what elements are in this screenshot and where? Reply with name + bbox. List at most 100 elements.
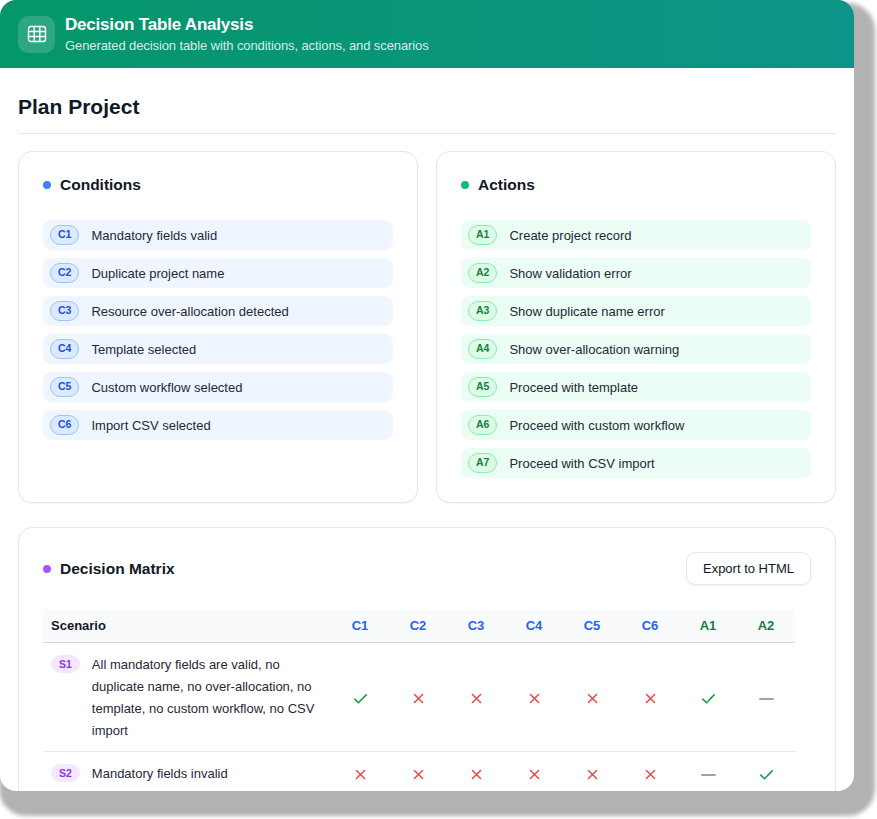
check-icon (352, 690, 369, 707)
page-title: Plan Project (18, 95, 836, 119)
matrix-column-C3: C3 (447, 609, 505, 643)
matrix-cell-cross (505, 643, 563, 752)
conditions-dot-icon (43, 181, 51, 189)
action-row-A3: A3Show duplicate name error (461, 296, 811, 326)
action-label: Show validation error (509, 266, 631, 281)
decision-matrix-table: ScenarioC1C2C3C4C5C6A1A2 S1 All mandatory… (43, 609, 795, 791)
action-label: Show over-allocation warning (509, 342, 679, 357)
matrix-cell-cross (331, 752, 389, 792)
matrix-column-A1: A1 (679, 609, 737, 643)
action-row-A5: A5Proceed with template (461, 372, 811, 402)
condition-row-C2: C2 Duplicate project name (43, 258, 393, 288)
action-row-A6: A6 Proceed with custom workflow (461, 410, 811, 440)
app-window: Decision Table Analysis Generated decisi… (0, 0, 854, 791)
matrix-cell-check (331, 643, 389, 752)
app-subtitle: Generated decision table with conditions… (65, 38, 429, 53)
action-badge: A6 (468, 415, 497, 436)
matrix-dot-icon (43, 565, 51, 573)
matrix-column-scenario: Scenario (43, 609, 331, 643)
action-badge: A4 (468, 339, 497, 360)
matrix-column-A2: A2 (737, 609, 795, 643)
cross-icon (411, 691, 426, 706)
matrix-cell-cross (563, 752, 621, 792)
cross-icon (411, 767, 426, 782)
export-html-button[interactable]: Export to HTML (686, 552, 811, 585)
matrix-column-C6: C6 (621, 609, 679, 643)
matrix-cell-cross (621, 752, 679, 792)
matrix-cell-cross (447, 643, 505, 752)
action-row-A4: A4 Show over-allocation warning (461, 334, 811, 364)
condition-badge: C1 (50, 225, 79, 246)
condition-badge: C5 (50, 377, 79, 398)
matrix-cell-cross (389, 643, 447, 752)
condition-label: Mandatory fields valid (91, 228, 217, 243)
actions-title: Actions (478, 176, 535, 194)
decision-matrix-card: Decision Matrix Export to HTML ScenarioC… (18, 527, 836, 791)
condition-label: Resource over-allocation detected (91, 304, 288, 319)
matrix-cell-dash (679, 752, 737, 792)
header-banner: Decision Table Analysis Generated decisi… (0, 0, 854, 68)
condition-row-C3: C3 Resource over-allocation detected (43, 296, 393, 326)
cross-icon (527, 767, 542, 782)
scenario-description: All mandatory fields are valid, no dupli… (92, 654, 328, 742)
cross-icon (643, 691, 658, 706)
matrix-cell-dash (737, 643, 795, 752)
check-icon (758, 766, 775, 783)
condition-row-C6: C6 Import CSV selected (43, 410, 393, 440)
actions-title-row: Actions (461, 176, 811, 194)
matrix-header-row: ScenarioC1C2C3C4C5C6A1A2 (43, 609, 795, 643)
condition-badge: C6 (50, 415, 79, 436)
app-title: Decision Table Analysis (65, 15, 429, 35)
actions-dot-icon (461, 181, 469, 189)
matrix-cell-check (737, 752, 795, 792)
action-label: Proceed with template (509, 380, 638, 395)
condition-row-C4: C4Template selected (43, 334, 393, 364)
action-row-A2: A2 Show validation error (461, 258, 811, 288)
matrix-column-C5: C5 (563, 609, 621, 643)
matrix-cell-cross (389, 752, 447, 792)
cross-icon (469, 767, 484, 782)
matrix-row-S1: S1 All mandatory fields are valid, no dup… (43, 643, 795, 752)
matrix-column-C1: C1 (331, 609, 389, 643)
action-badge: A1 (468, 225, 497, 246)
matrix-title: Decision Matrix (60, 560, 175, 578)
cross-icon (585, 691, 600, 706)
conditions-card: Conditions C1 Mandatory fields valid C2 Dup… (18, 151, 418, 503)
condition-label: Import CSV selected (91, 418, 210, 433)
divider (18, 133, 836, 134)
table-icon (18, 16, 55, 53)
action-label: Proceed with custom workflow (509, 418, 684, 433)
cross-icon (353, 767, 368, 782)
matrix-cell-cross (563, 643, 621, 752)
cross-icon (643, 767, 658, 782)
condition-row-C5: C5 Custom workflow selected (43, 372, 393, 402)
action-label: Create project record (509, 228, 631, 243)
condition-badge: C3 (50, 301, 79, 322)
conditions-title-row: Conditions (43, 176, 393, 194)
condition-badge: C2 (50, 263, 79, 284)
condition-label: Duplicate project name (91, 266, 224, 281)
action-badge: A2 (468, 263, 497, 284)
scenario-description: Mandatory fields invalid (92, 763, 228, 785)
dash-icon (701, 774, 716, 776)
matrix-cell-check (679, 643, 737, 752)
scenario-badge: S2 (51, 764, 80, 782)
matrix-title-row: Decision Matrix (43, 560, 175, 578)
condition-row-C1: C1 Mandatory fields valid (43, 220, 393, 250)
action-label: Show duplicate name error (509, 304, 664, 319)
action-row-A1: A1 Create project record (461, 220, 811, 250)
matrix-cell-cross (505, 752, 563, 792)
condition-label: Custom workflow selected (91, 380, 242, 395)
matrix-cell-cross (447, 752, 505, 792)
scenario-badge: S1 (51, 655, 80, 673)
check-icon (700, 690, 717, 707)
cross-icon (469, 691, 484, 706)
actions-card: Actions A1 Create project record A2 Show va… (436, 151, 836, 503)
matrix-cell-cross (621, 643, 679, 752)
dash-icon (759, 698, 774, 700)
matrix-row-S2: S2 Mandatory fields invalid (43, 752, 795, 792)
cross-icon (585, 767, 600, 782)
matrix-column-C4: C4 (505, 609, 563, 643)
conditions-title: Conditions (60, 176, 141, 194)
action-badge: A7 (468, 453, 497, 474)
